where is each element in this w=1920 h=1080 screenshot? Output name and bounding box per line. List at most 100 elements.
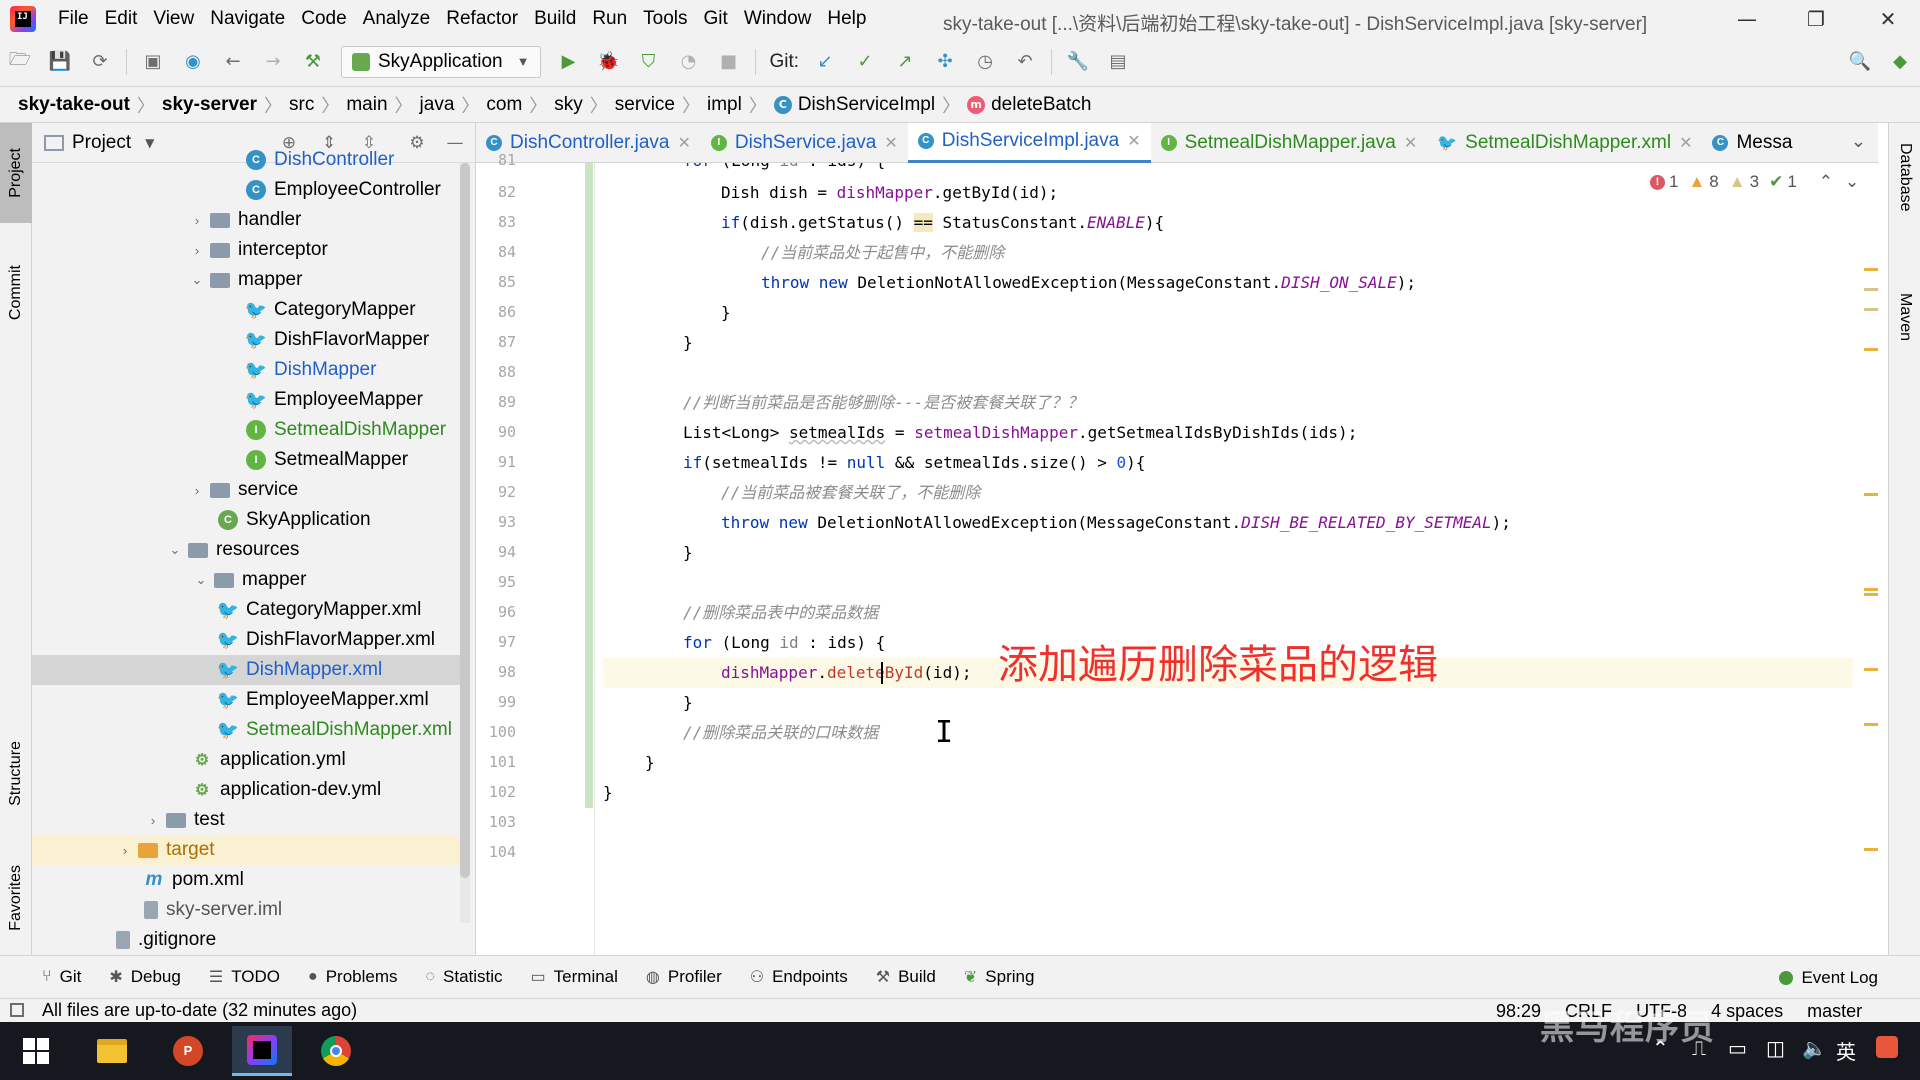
tree-item[interactable]: ⌄ resources [32,535,462,565]
menu-file[interactable]: File [50,8,97,30]
breadcrumb-item[interactable]: java [420,94,455,116]
profile-icon[interactable]: ◔ [675,48,703,76]
breadcrumb-item[interactable]: impl [707,94,742,116]
git-update-icon[interactable]: ↙ [811,48,839,76]
git-branch[interactable]: master [1807,1001,1862,1022]
breadcrumb-item[interactable]: main [346,94,387,116]
tree-item[interactable]: 🐦 DishFlavorMapper.xml [32,625,462,655]
tree-item[interactable]: 🐦 DishFlavorMapper [32,325,462,355]
tree-item[interactable]: C EmployeeController [32,175,462,205]
open-folder-icon[interactable]: 🗁 [6,48,34,76]
warning-mark[interactable] [1864,668,1878,671]
coverage-icon[interactable]: ⛉ [635,48,663,76]
stop-icon[interactable]: ■ [715,48,743,76]
tool-endpoints[interactable]: ⚇ Endpoints [750,967,848,987]
vcs-change-marker[interactable] [585,163,593,808]
tree-scrollbar[interactable] [460,163,470,923]
tree-item[interactable]: ⌄ mapper [32,565,462,595]
chevron-down-icon[interactable]: ⌄ [166,542,184,558]
restore-icon[interactable]: ❐ [1803,6,1829,32]
menu-run[interactable]: Run [584,8,635,30]
tool-build[interactable]: ⚒ Build [876,967,936,987]
indent-setting[interactable]: 4 spaces [1711,1001,1783,1022]
git-push-icon[interactable]: ↗ [891,48,919,76]
warning-mark[interactable] [1864,848,1878,851]
file-explorer-icon[interactable] [82,1026,142,1076]
minimize-icon[interactable]: — [1734,6,1760,32]
tool-profiler[interactable]: ◍ Profiler [646,967,722,987]
build-hammer-icon[interactable]: ⚒ [299,48,327,76]
back-arrow-icon[interactable]: ← [219,48,247,76]
menu-refactor[interactable]: Refactor [438,8,526,30]
tab-database[interactable]: Database [1889,143,1920,263]
breadcrumb-item[interactable]: sky [554,94,583,116]
chevron-down-icon[interactable]: ⌄ [192,572,210,588]
warning-mark[interactable] [1864,493,1878,496]
tab-dishserviceimpl[interactable]: C DishServiceImpl.java ✕ [907,122,1151,163]
close-tab-icon[interactable]: ✕ [884,133,897,153]
tree-item[interactable]: › test [32,805,462,835]
windows-start-icon[interactable] [6,1026,66,1076]
tree-item[interactable]: › service [32,475,462,505]
chrome-icon[interactable] [306,1026,366,1076]
intellij-taskbar-icon[interactable] [232,1026,292,1076]
tree-item[interactable]: 🐦 EmployeeMapper.xml [32,685,462,715]
chevron-right-icon[interactable]: › [144,813,162,828]
tool-statistic[interactable]: ◌ Statistic [426,967,503,987]
menu-code[interactable]: Code [293,8,354,30]
breadcrumb-item[interactable]: service [615,94,675,116]
chevron-right-icon[interactable]: › [116,843,134,858]
tab-favorites[interactable]: Favorites [0,843,32,953]
tree-item[interactable]: › handler [32,205,462,235]
breadcrumb-item[interactable]: deleteBatch [991,94,1091,116]
project-structure-icon[interactable]: ▤ [1104,48,1132,76]
inspection-widget[interactable]: ! 1 ▲ 8 ▲ 3 ✔ 1 ⌃ ⌄ [1650,172,1859,192]
powerpoint-icon[interactable]: P [158,1026,218,1076]
tool-todo[interactable]: ☰ TODO [209,967,280,987]
tree-item[interactable]: 🐦 CategoryMapper [32,295,462,325]
warning-count[interactable]: ▲ 8 [1688,172,1718,192]
tab-maven[interactable]: Maven [1889,293,1920,413]
chevron-down-icon[interactable]: ⌄ [188,272,206,288]
ok-count[interactable]: ✔ 1 [1769,172,1797,192]
run-configuration-select[interactable]: SkyApplication ▼ [341,45,541,78]
input-method-indicator[interactable]: 英 [1836,1036,1856,1065]
menu-tools[interactable]: Tools [635,8,695,30]
tree-item[interactable]: .gitignore [32,925,462,955]
chevron-right-icon[interactable]: › [188,243,206,258]
tree-item[interactable]: › target [32,835,462,865]
tree-item[interactable]: ⚙ application-dev.yml [32,775,462,805]
tree-item[interactable]: I SetmealMapper [32,445,462,475]
git-commit-icon[interactable]: ✓ [851,48,879,76]
event-log-button[interactable]: Event Log [1779,968,1878,988]
menu-analyze[interactable]: Analyze [355,8,439,30]
menu-edit[interactable]: Edit [97,8,146,30]
weak-warning-mark[interactable] [1864,308,1878,311]
menu-build[interactable]: Build [526,8,584,30]
close-tab-icon[interactable]: ✕ [1679,133,1692,153]
tab-messageconstant[interactable]: C Messa [1702,123,1802,163]
error-stripe[interactable] [1860,163,1878,955]
save-icon[interactable]: 💾 [46,48,74,76]
tree-item[interactable]: 🐦 SetmealDishMapper.xml [32,715,462,745]
find-usages-icon[interactable]: ◉ [179,48,207,76]
tree-item-selected[interactable]: 🐦 DishMapper.xml [32,655,462,685]
tree-item[interactable]: m pom.xml [32,865,462,895]
tab-dishservice[interactable]: I DishService.java ✕ [701,123,908,163]
tray-network-icon[interactable]: ◫ [1766,1036,1785,1060]
tree-item[interactable]: C DishController [32,145,462,175]
chevron-up-icon[interactable]: ⌃ [1819,172,1833,192]
error-count[interactable]: ! 1 [1650,172,1678,192]
debug-icon[interactable]: 🐞 [595,48,623,76]
run-icon[interactable]: ▶ [555,48,583,76]
tool-git[interactable]: ⑂ Git [42,967,81,987]
tool-debug[interactable]: ✱ Debug [109,967,181,987]
search-icon[interactable]: 🔍 [1846,48,1874,76]
breadcrumb-item[interactable]: sky-server [162,94,257,116]
caret-position[interactable]: 98:29 [1496,1001,1541,1022]
tool-problems[interactable]: ● Problems [308,967,397,987]
tree-item[interactable]: I SetmealDishMapper [32,415,462,445]
weak-warning-count[interactable]: ▲ 3 [1729,172,1759,192]
tree-item[interactable]: 🐦 DishMapper [32,355,462,385]
git-merge-icon[interactable]: ✣ [931,48,959,76]
